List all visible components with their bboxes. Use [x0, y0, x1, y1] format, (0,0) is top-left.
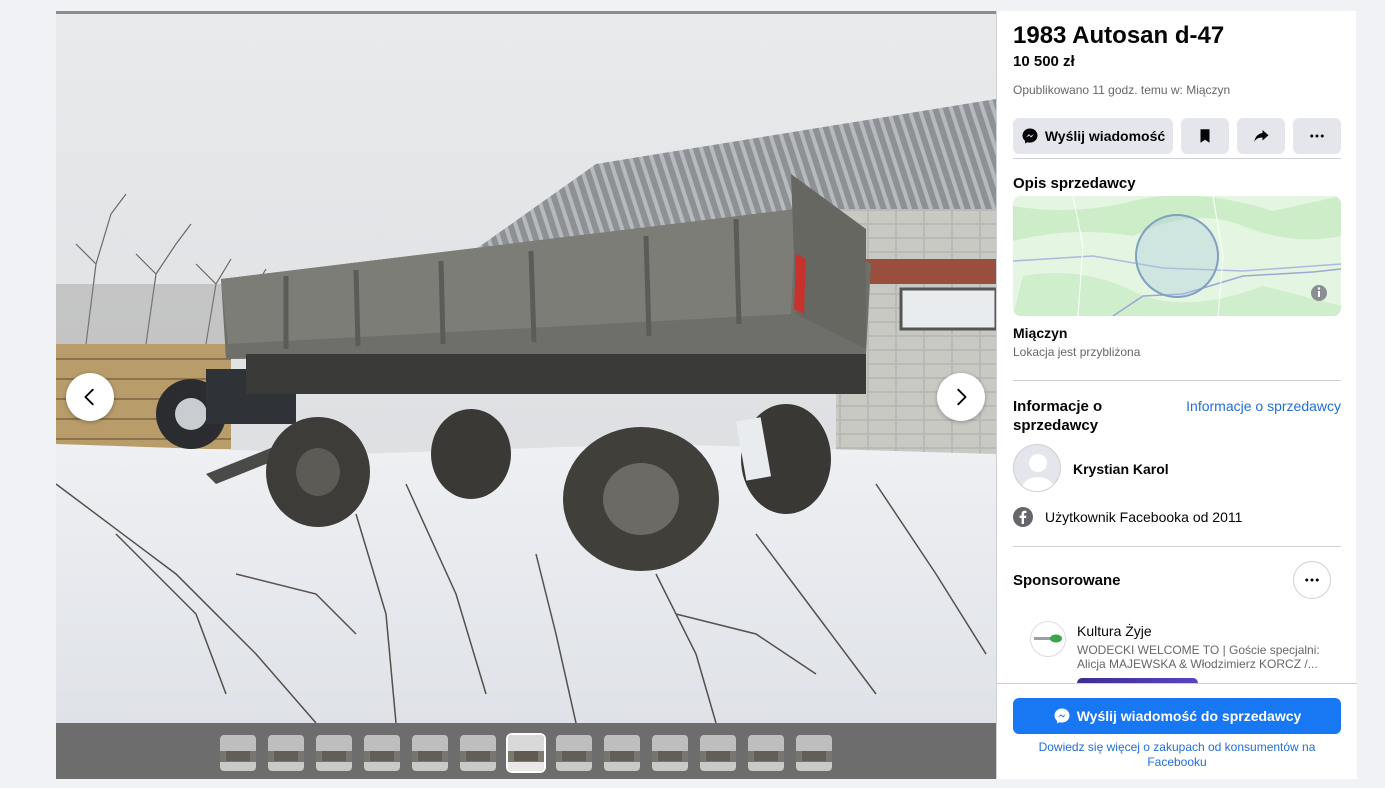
- divider: [1013, 546, 1341, 547]
- sponsored-heading: Sponsorowane: [1013, 572, 1121, 589]
- photo-thumbnail[interactable]: [268, 734, 304, 771]
- next-photo-button[interactable]: [937, 373, 985, 421]
- thumbnail-strip: [56, 723, 996, 779]
- more-dots-icon: [1305, 578, 1319, 582]
- posted-info: Opublikowano 11 godz. temu w: Miączyn: [1013, 83, 1231, 97]
- photo-thumbnail[interactable]: [412, 734, 448, 771]
- facebook-icon: [1013, 507, 1033, 527]
- marketplace-listing-modal: 1983 Autosan d-47 10 500 zł Opublikowano…: [56, 11, 1357, 779]
- seller-name[interactable]: Krystian Karol: [1073, 461, 1169, 477]
- listing-details-panel: 1983 Autosan d-47 10 500 zł Opublikowano…: [996, 11, 1357, 779]
- messenger-icon: [1022, 128, 1038, 144]
- more-options-button[interactable]: [1293, 118, 1341, 154]
- divider: [1013, 158, 1341, 159]
- location-note: Lokacja jest przybliżona: [1013, 345, 1141, 359]
- send-message-button[interactable]: Wyślij wiadomość: [1013, 118, 1173, 154]
- photo-thumbnail[interactable]: [316, 734, 352, 771]
- send-message-label: Wyślij wiadomość: [1044, 128, 1166, 144]
- share-icon: [1254, 130, 1269, 142]
- sponsored-more-button[interactable]: [1293, 561, 1331, 599]
- description-heading: Opis sprzedawcy: [1013, 175, 1136, 192]
- messenger-icon: [1054, 708, 1070, 724]
- footer-bar: Wyślij wiadomość do sprzedawcy Dowiedz s…: [997, 683, 1357, 779]
- share-button[interactable]: [1237, 118, 1285, 154]
- seller-details-link[interactable]: Informacje o sprzedawcy: [1186, 398, 1341, 414]
- bookmark-icon: [1200, 129, 1210, 143]
- photo-thumbnail[interactable]: [460, 734, 496, 771]
- chevron-left-icon: [84, 388, 94, 406]
- photo-thumbnail[interactable]: [508, 734, 544, 771]
- photo-viewer: [56, 11, 996, 779]
- listing-photo[interactable]: [56, 14, 996, 723]
- message-seller-button[interactable]: Wyślij wiadomość do sprzedawcy: [1013, 698, 1341, 734]
- seller-avatar[interactable]: [1013, 444, 1061, 492]
- advertiser-logo-icon: [1034, 634, 1062, 643]
- location-name: Miączyn: [1013, 325, 1068, 341]
- photo-thumbnail[interactable]: [604, 734, 640, 771]
- divider: [1013, 380, 1341, 381]
- previous-photo-button[interactable]: [66, 373, 114, 421]
- default-avatar-icon: [1022, 454, 1054, 491]
- chevron-right-icon: [957, 388, 967, 406]
- photo-thumbnail[interactable]: [748, 734, 784, 771]
- photo-thumbnail[interactable]: [700, 734, 736, 771]
- photo-thumbnail[interactable]: [556, 734, 592, 771]
- ad-text[interactable]: WODECKI WELCOME TO | Goście specjalni: A…: [1077, 643, 1327, 671]
- photo-thumbnail[interactable]: [796, 734, 832, 771]
- learn-more-link[interactable]: Dowiedz się więcej o zakupach od konsume…: [1013, 740, 1341, 770]
- photo-thumbnail[interactable]: [652, 734, 688, 771]
- facebook-member-since: Użytkownik Facebooka od 2011: [1045, 509, 1243, 525]
- photo-thumbnail[interactable]: [220, 734, 256, 771]
- seller-info-heading: Informacje o sprzedawcy: [1013, 398, 1103, 434]
- listing-price: 10 500 zł: [1013, 53, 1075, 70]
- location-map[interactable]: [1013, 196, 1341, 316]
- listing-title: 1983 Autosan d-47: [1013, 22, 1225, 49]
- save-button[interactable]: [1181, 118, 1229, 154]
- advertiser-logo[interactable]: [1030, 621, 1066, 657]
- message-seller-label: Wyślij wiadomość do sprzedawcy: [1076, 708, 1302, 724]
- photo-thumbnail[interactable]: [364, 734, 400, 771]
- map-graphic: [1013, 196, 1341, 316]
- action-bar: Wyślij wiadomość: [1013, 118, 1341, 154]
- more-dots-icon: [1310, 134, 1324, 138]
- advertiser-name[interactable]: Kultura Żyje: [1077, 623, 1152, 639]
